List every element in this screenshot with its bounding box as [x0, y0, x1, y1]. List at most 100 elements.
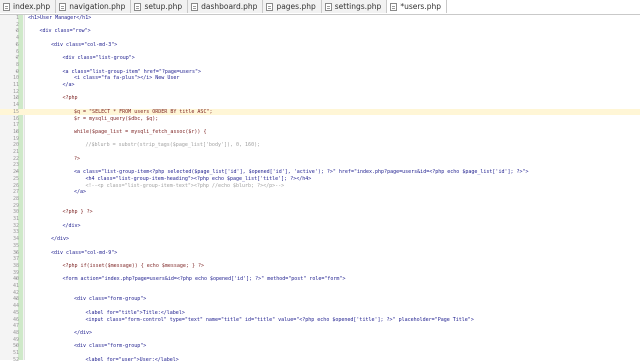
code-line[interactable]: 47: [0, 323, 640, 330]
code-editor[interactable]: 1 <h1>User Manager</h1> 2 3 ▾ <div class="row…: [0, 15, 640, 363]
line-number: 48: [12, 329, 19, 336]
code-text: <div class="list-group">: [62, 55, 135, 62]
code-line[interactable]: 39: [0, 270, 640, 277]
code-line[interactable]: 5 ▾ <div class="col-md-3">: [0, 42, 640, 49]
code-line[interactable]: 3 ▾ <div class="row">: [0, 28, 640, 35]
fold-toggle-icon[interactable]: ▾: [15, 250, 18, 257]
code-line[interactable]: 13 ▾ <?php: [0, 95, 640, 102]
code-line[interactable]: 15 $q = "SELECT * FROM users ORDER BY tit…: [0, 108, 640, 116]
code-line[interactable]: 24 ▾ <a class="list-group-item<?php select…: [0, 169, 640, 176]
code-line[interactable]: 48 </div>: [0, 330, 640, 337]
tab-settings-php[interactable]: settings.php: [321, 0, 388, 13]
line-number: 34: [12, 236, 19, 243]
fold-toggle-icon[interactable]: ▾: [15, 28, 18, 35]
fold-toggle-icon[interactable]: ▾: [15, 129, 18, 136]
line-number: 30: [12, 209, 19, 216]
code-line[interactable]: 22 ?>: [0, 156, 640, 163]
line-number: 32: [12, 222, 19, 229]
code-text: <div class="row">: [39, 28, 91, 35]
code-line[interactable]: 49: [0, 337, 640, 344]
code-line[interactable]: 1 <h1>User Manager</h1>: [0, 15, 640, 22]
code-line[interactable]: 36 ▾ <div class="col-md-9">: [0, 250, 640, 257]
line-number: 21: [12, 149, 19, 155]
line-number: 26: [12, 182, 19, 189]
code-line[interactable]: 34 </div>: [0, 236, 640, 243]
line-number: 20: [12, 142, 19, 149]
tab-navigation-php[interactable]: navigation.php: [56, 0, 132, 13]
code-line[interactable]: 28: [0, 196, 640, 203]
line-number: 17: [12, 122, 19, 129]
code-text: while($page_list = mysqli_fetch_assoc($r…: [74, 128, 207, 135]
php-file-icon: [134, 2, 142, 11]
tab-index-php[interactable]: index.php: [0, 0, 57, 13]
tab-pages-php[interactable]: pages.php: [263, 0, 322, 13]
tab-dashboard-php[interactable]: dashboard.php: [188, 0, 264, 13]
code-line[interactable]: 51: [0, 350, 640, 357]
code-line[interactable]: 46 <input class="form-control" type="text…: [0, 317, 640, 324]
code-line[interactable]: 27 </a>: [0, 189, 640, 196]
fold-toggle-icon[interactable]: ▾: [15, 276, 18, 283]
fold-toggle-icon[interactable]: ▾: [15, 343, 18, 350]
code-line[interactable]: 19: [0, 136, 640, 143]
code-line[interactable]: 23: [0, 162, 640, 169]
code-text: <div class="col-md-9">: [51, 249, 118, 256]
php-file-icon: [191, 2, 199, 11]
code-line[interactable]: 44: [0, 303, 640, 310]
code-line[interactable]: 12: [0, 89, 640, 96]
line-number: 31: [12, 216, 19, 222]
code-text: </a>: [62, 82, 75, 88]
code-text: $q = "SELECT * FROM users ORDER BY title…: [74, 108, 213, 115]
tab-setup-php[interactable]: setup.php: [131, 0, 189, 13]
code-line[interactable]: 6: [0, 49, 640, 56]
code-line[interactable]: 50 ▾ <div class="form-group">: [0, 343, 640, 350]
code-line[interactable]: 32 </div>: [0, 223, 640, 230]
code-line[interactable]: 20 //$blurb = substr(strip_tags($page_lis…: [0, 142, 640, 149]
code-line[interactable]: 35: [0, 243, 640, 250]
code-line[interactable]: 7 ▾ <div class="list-group">: [0, 55, 640, 62]
code-line[interactable]: 42: [0, 290, 640, 297]
line-number: 28: [12, 195, 19, 202]
line-number: 51: [12, 350, 19, 356]
code-line[interactable]: 8: [0, 62, 640, 69]
tab-label: setup.php: [144, 2, 183, 11]
code-line[interactable]: 2: [0, 22, 640, 29]
code-line[interactable]: 30 <?php } ?>: [0, 209, 640, 216]
code-line[interactable]: 16 $r = mysqli_query($dbc, $q);: [0, 116, 640, 123]
code-line[interactable]: 11 </a>: [0, 82, 640, 89]
code-line[interactable]: 10 <i class="fa fa-plus"></i> New User: [0, 75, 640, 82]
code-line[interactable]: 9 ▾ <a class="list-group-item" href="?page…: [0, 69, 640, 76]
line-number: 10: [12, 75, 19, 82]
line-number: 6: [15, 48, 19, 55]
fold-toggle-icon[interactable]: ▾: [15, 296, 18, 303]
code-line[interactable]: 31: [0, 216, 640, 223]
code-text: ?>: [74, 155, 81, 162]
code-line[interactable]: 21: [0, 149, 640, 156]
code-line[interactable]: 41: [0, 283, 640, 290]
line-number: 33: [12, 229, 19, 236]
code-line[interactable]: 43 ▾ <div class="form-group">: [0, 296, 640, 303]
code-line[interactable]: 25 <h4 class="list-group-item-heading"><?…: [0, 176, 640, 183]
code-text: <i class="fa fa-plus"></i> New User: [74, 75, 180, 82]
fold-toggle-icon[interactable]: ▾: [15, 169, 18, 176]
line-number: 1: [15, 15, 19, 21]
code-line[interactable]: 38 <?php if(isset($message)) { echo $mess…: [0, 263, 640, 270]
fold-toggle-icon[interactable]: ▾: [15, 69, 18, 76]
code-line[interactable]: 18 ▾ while($page_list = mysqli_fetch_assoc…: [0, 129, 640, 136]
tab-users-php[interactable]: *users.php: [387, 0, 448, 13]
code-line[interactable]: 37: [0, 256, 640, 263]
fold-toggle-icon[interactable]: ▾: [15, 55, 18, 62]
code-text: <input class="form-control" type="text" …: [85, 316, 474, 323]
code-text: <h4 class="list-group-item-heading"><?ph…: [85, 175, 312, 182]
code-line[interactable]: 29: [0, 203, 640, 210]
line-number: 12: [12, 88, 19, 95]
code-line[interactable]: 17: [0, 122, 640, 129]
fold-toggle-icon[interactable]: ▾: [15, 42, 18, 49]
code-line[interactable]: 26 <!--<p class="list-group-item-text"><?…: [0, 183, 640, 190]
fold-toggle-icon[interactable]: ▾: [15, 95, 18, 102]
code-line[interactable]: 33: [0, 229, 640, 236]
line-number: 37: [12, 256, 19, 263]
code-line[interactable]: 45 <label for="title">Title:</label>: [0, 310, 640, 317]
code-line[interactable]: 40 ▾ <form action="index.php?page=users&id…: [0, 276, 640, 283]
code-line[interactable]: 14: [0, 102, 640, 109]
code-line[interactable]: 4: [0, 35, 640, 42]
